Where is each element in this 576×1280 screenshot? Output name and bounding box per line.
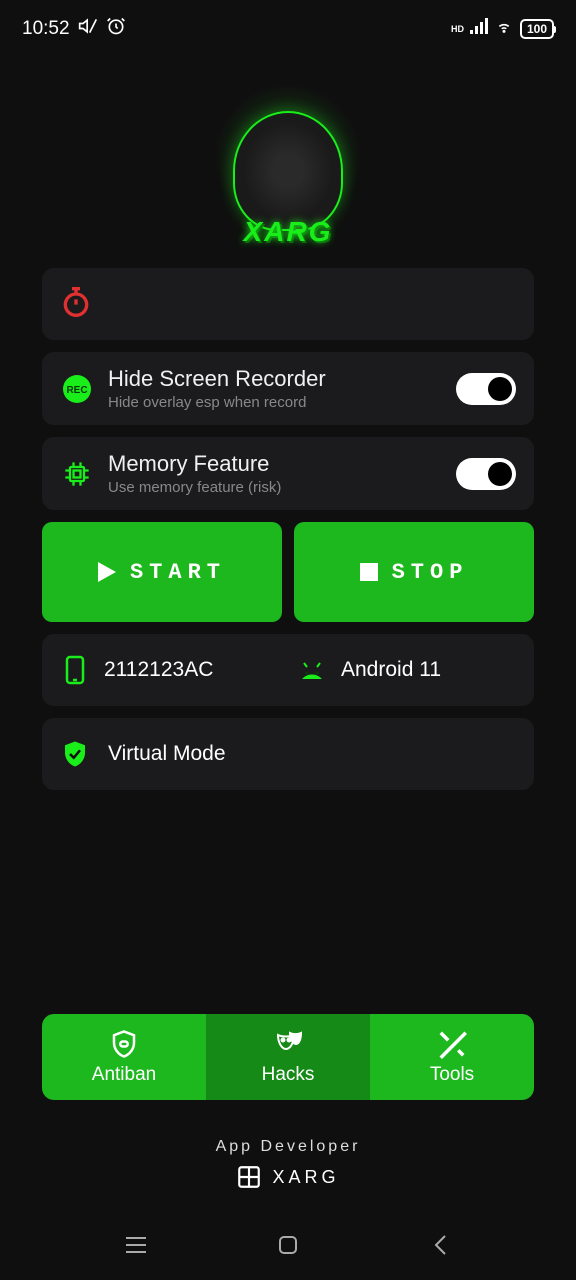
hide-recorder-card: REC Hide Screen Recorder Hide overlay es… (42, 352, 534, 425)
footer-title: App Developer (0, 1138, 576, 1156)
nav-home[interactable] (268, 1225, 308, 1265)
stop-button[interactable]: STOP (294, 522, 534, 622)
masks-icon (272, 1028, 304, 1060)
clock-text: 10:52 (22, 18, 70, 40)
mode-text: Virtual Mode (108, 742, 226, 766)
memory-feature-card: Memory Feature Use memory feature (risk) (42, 437, 534, 510)
stopwatch-icon (60, 286, 92, 323)
wifi-icon (494, 18, 514, 40)
tools-icon (437, 1028, 467, 1060)
stop-icon (360, 563, 378, 581)
logo-text: XARG (244, 216, 333, 248)
system-nav-bar (0, 1210, 576, 1280)
shield-link-icon (109, 1028, 139, 1060)
memory-toggle[interactable] (456, 458, 516, 490)
signal-icon (470, 18, 488, 40)
device-info-card: 2112123AC Android 11 (42, 634, 534, 706)
start-button[interactable]: START (42, 522, 282, 622)
hide-recorder-toggle[interactable] (456, 373, 516, 405)
grid-icon (236, 1164, 262, 1190)
feature-title: Hide Screen Recorder (108, 366, 442, 392)
feature-subtitle: Use memory feature (risk) (108, 479, 442, 496)
os-version: Android 11 (341, 658, 441, 682)
rec-icon: REC (60, 372, 94, 406)
mode-card: Virtual Mode (42, 718, 534, 790)
android-icon (297, 661, 327, 679)
footer-brand: XARG (0, 1164, 576, 1190)
timer-card (42, 268, 534, 340)
tab-antiban[interactable]: Antiban (42, 1014, 206, 1100)
phone-icon (60, 655, 90, 685)
nav-back[interactable] (420, 1225, 460, 1265)
tab-tools[interactable]: Tools (370, 1014, 534, 1100)
status-bar: 10:52 HD 100 (0, 0, 576, 48)
play-icon (98, 562, 116, 582)
feature-subtitle: Hide overlay esp when record (108, 394, 442, 411)
alarm-icon (106, 16, 126, 42)
app-footer: App Developer XARG (0, 1138, 576, 1190)
hd-indicator: HD (451, 24, 464, 34)
mute-icon (78, 16, 98, 42)
status-right: HD 100 (451, 18, 554, 40)
svg-text:REC: REC (66, 385, 87, 396)
status-left: 10:52 (22, 16, 126, 42)
bottom-tabs: Antiban Hacks Tools (42, 1014, 534, 1100)
app-logo: XARG (0, 48, 576, 268)
tab-hacks[interactable]: Hacks (206, 1014, 370, 1100)
battery-icon: 100 (520, 19, 554, 39)
cpu-icon (60, 457, 94, 491)
nav-recents[interactable] (116, 1225, 156, 1265)
feature-title: Memory Feature (108, 451, 442, 477)
device-model: 2112123AC (104, 658, 213, 682)
shield-check-icon (60, 738, 90, 770)
